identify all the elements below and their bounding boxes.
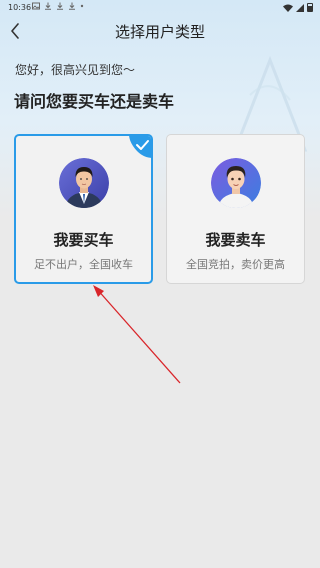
option-title: 我要买车: [53, 231, 114, 249]
download-icon: [69, 2, 75, 10]
dot-icon: [80, 4, 84, 8]
option-card-buy[interactable]: 我要买车 足不出户，全国收车: [14, 134, 153, 284]
checkmark-icon: [129, 136, 151, 158]
download-icon: [45, 2, 51, 10]
wifi-icon: [283, 4, 293, 12]
page-title: 选择用户类型: [114, 23, 205, 41]
young-man-avatar-icon: [210, 158, 261, 208]
status-bar: 10:36: [0, 0, 320, 16]
greeting-text: 您好，很高兴见到您～: [15, 63, 136, 77]
option-subtitle: 全国竞拍，卖价更高: [186, 258, 285, 271]
image-icon: [32, 2, 40, 10]
option-title: 我要卖车: [205, 231, 266, 249]
status-notification-icons: [32, 2, 84, 10]
download-icon: [57, 2, 63, 10]
businessman-avatar-icon: [58, 158, 109, 208]
nav-header: 选择用户类型: [0, 16, 320, 46]
option-card-sell[interactable]: 我要卖车 全国竞拍，卖价更高: [166, 134, 305, 284]
question-heading: 请问您要买车还是卖车: [14, 92, 175, 111]
status-time: 10:36: [8, 3, 32, 12]
status-system-icons: [283, 3, 313, 12]
option-subtitle: 足不出户，全国收车: [34, 258, 133, 271]
signal-icon: [296, 3, 304, 12]
battery-icon: [307, 3, 313, 12]
